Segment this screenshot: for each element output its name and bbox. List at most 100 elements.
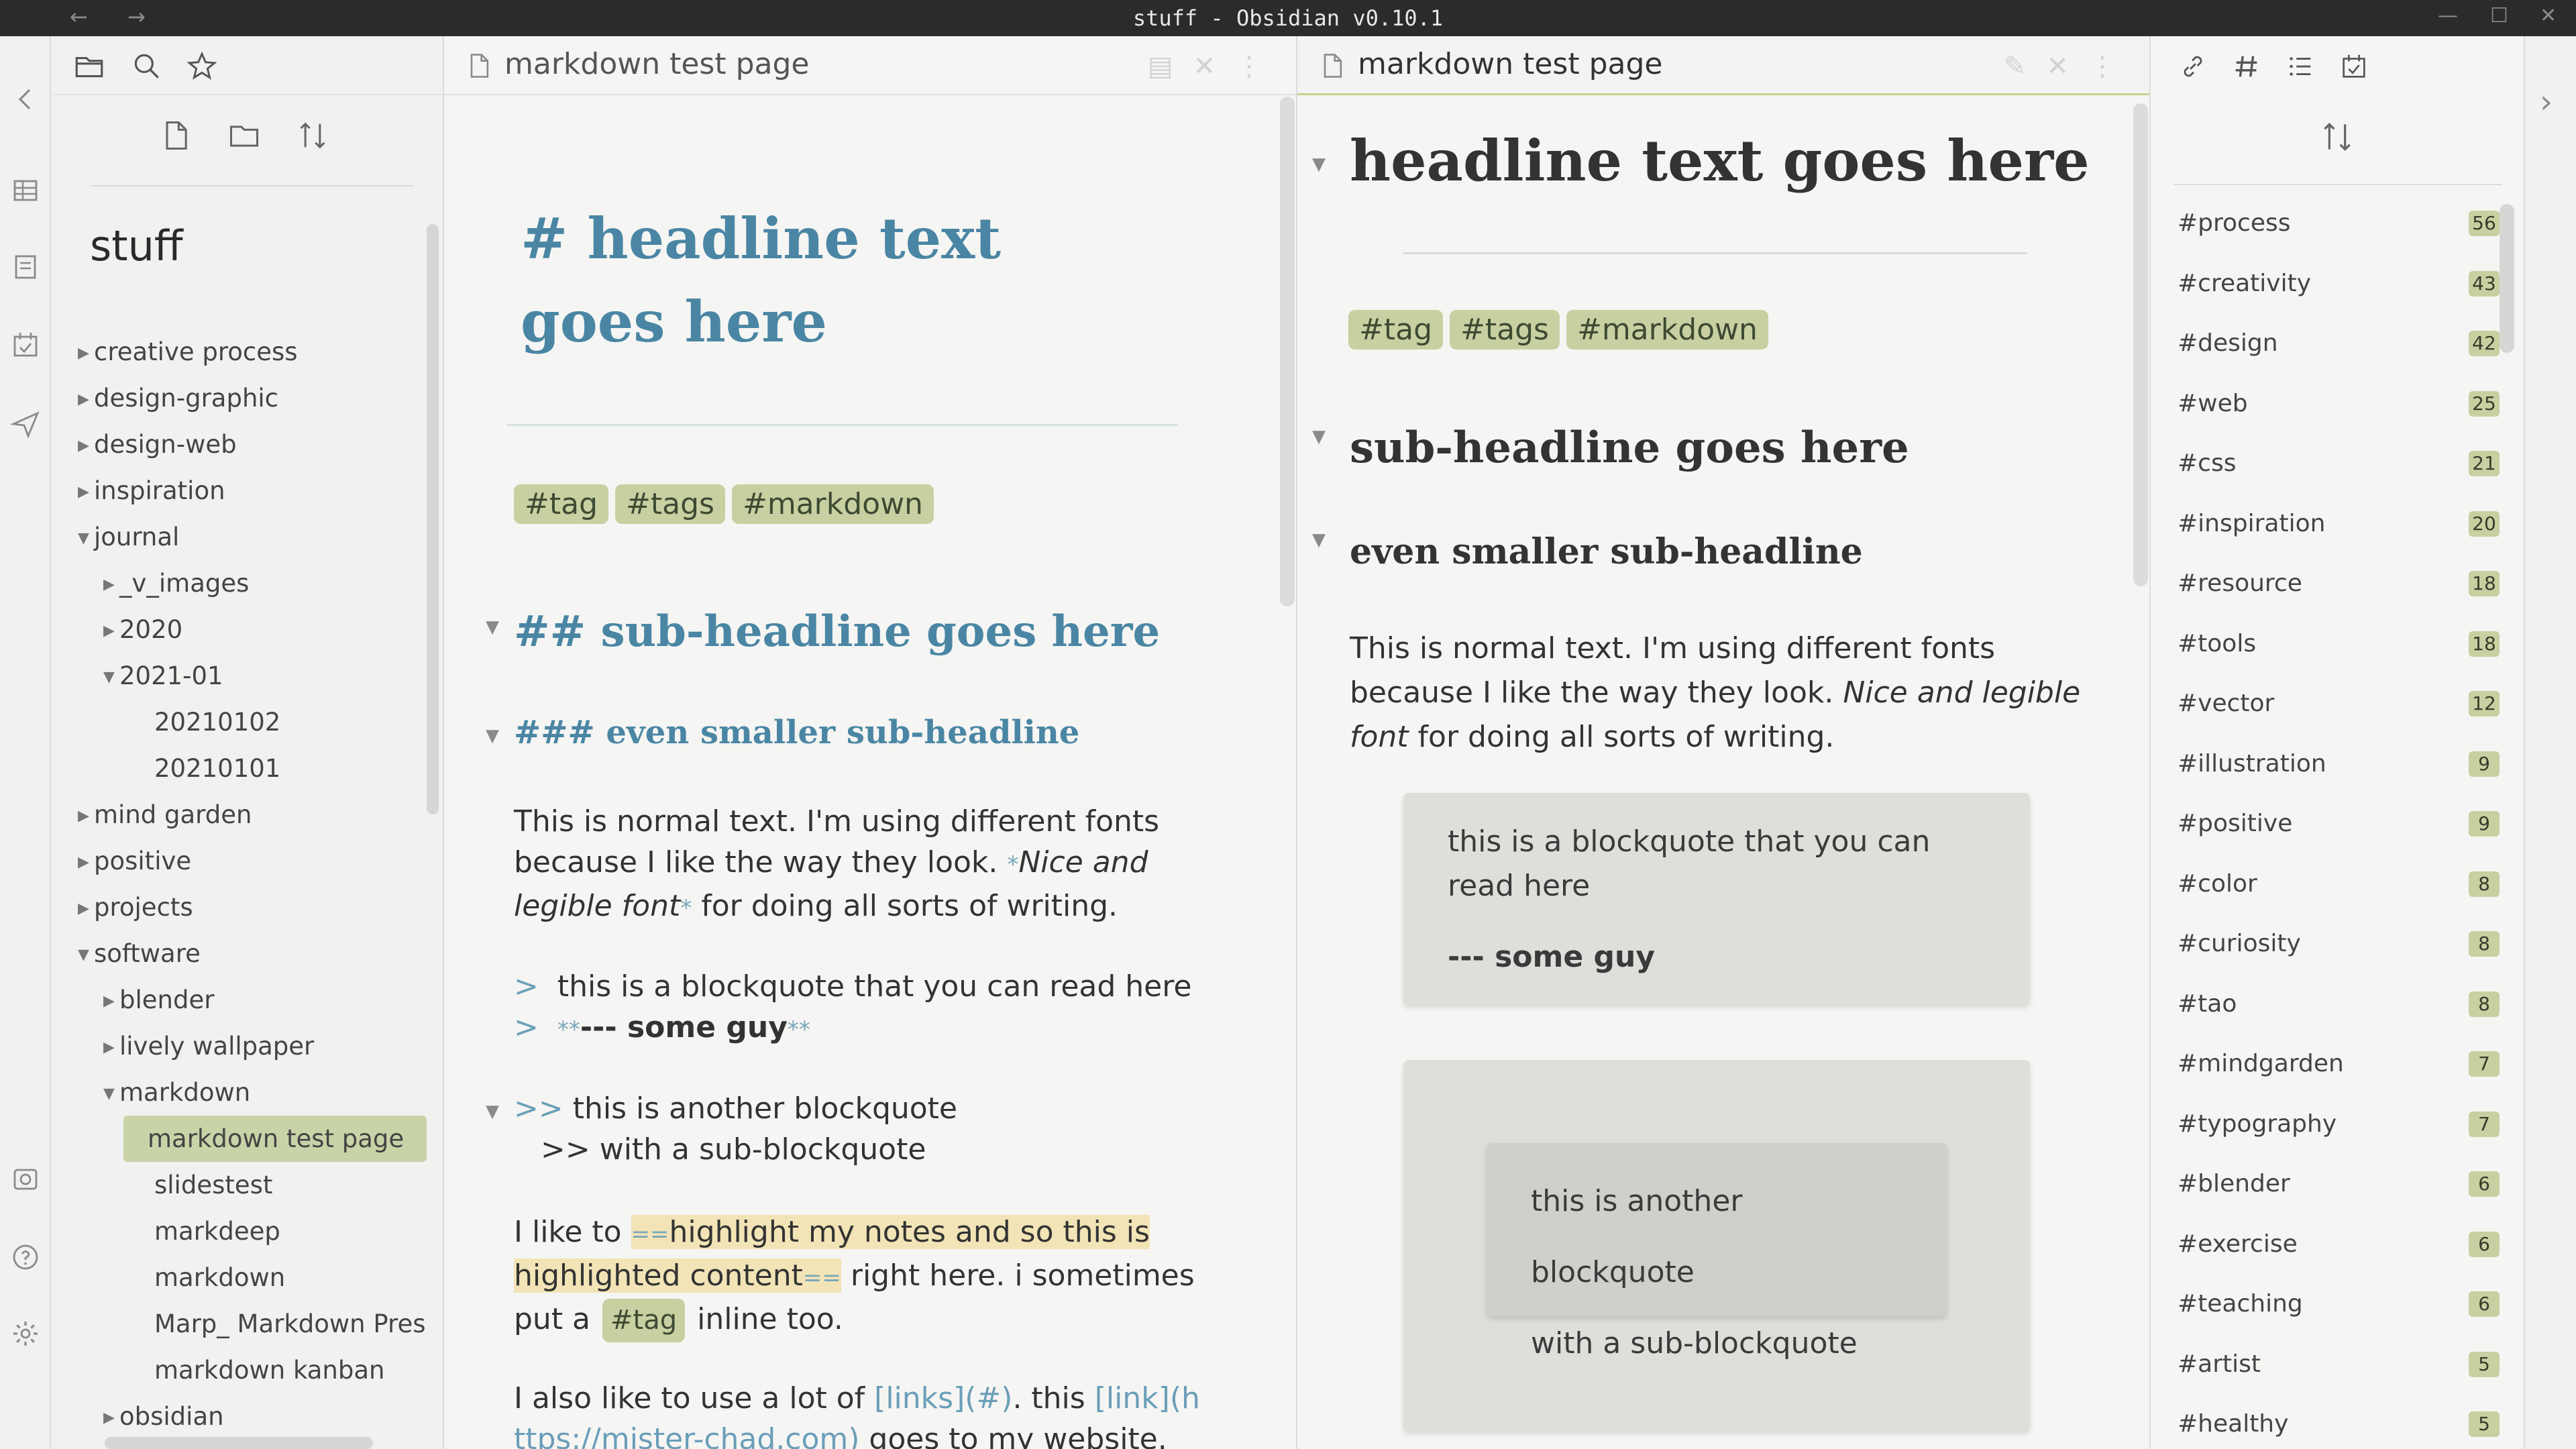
markdown-link[interactable]: [links](#) <box>874 1381 1012 1415</box>
tag-pane-item[interactable]: #artist 5 <box>2178 1334 2500 1395</box>
collapsed-arrow-icon[interactable]: ▶ <box>78 376 94 421</box>
tree-folder[interactable]: ▶ obsidian <box>78 1393 427 1440</box>
tree-file[interactable]: 20210102 <box>78 699 427 745</box>
collapsed-arrow-icon[interactable]: ▶ <box>78 839 94 884</box>
tag-pane-item[interactable]: #typography 7 <box>2178 1094 2500 1155</box>
source-highlight-paragraph[interactable]: I like to ==highlight my notes and so th… <box>514 1212 1205 1342</box>
expanded-arrow-icon[interactable]: ▼ <box>103 654 119 699</box>
collapsed-arrow-icon[interactable]: ▶ <box>78 793 94 838</box>
collapsed-arrow-icon[interactable]: ▶ <box>78 330 94 375</box>
tag-pane-scrollbar[interactable] <box>2500 204 2514 353</box>
pane-actions-icon[interactable]: ✎✕⋮ <box>2004 51 2136 82</box>
maximize-icon[interactable]: ☐ <box>2490 4 2508 28</box>
send-icon[interactable] <box>9 408 42 440</box>
fold-arrow-icon[interactable]: ▼ <box>486 617 499 637</box>
tree-file[interactable]: markdeep <box>78 1208 427 1254</box>
tree-folder[interactable]: ▶ projects <box>78 884 427 930</box>
close-window-icon[interactable]: ✕ <box>2540 4 2557 28</box>
new-folder-icon[interactable] <box>227 118 262 153</box>
collapsed-arrow-icon[interactable]: ▶ <box>103 608 119 653</box>
tag-pane-item[interactable]: #mindgarden 7 <box>2178 1034 2500 1094</box>
tree-folder[interactable]: ▼ software <box>78 930 427 977</box>
collapse-left-icon[interactable] <box>9 83 42 115</box>
tag-pane-item[interactable]: #vector 12 <box>2178 674 2500 734</box>
tree-file[interactable]: markdown <box>78 1254 427 1301</box>
collapse-right-icon[interactable]: › <box>2540 83 2553 121</box>
source-h3[interactable]: ### even smaller sub-headline <box>514 714 1079 751</box>
vault-switch-icon[interactable] <box>9 1163 42 1195</box>
tag-pill[interactable]: #tag <box>1348 310 1444 350</box>
source-nested-blockquote[interactable]: >> this is another blockquote >> with a … <box>514 1088 1205 1170</box>
tag-pane-item[interactable]: #web 25 <box>2178 374 2500 434</box>
preview-scrollbar[interactable] <box>2133 103 2148 586</box>
slides-icon[interactable] <box>9 251 42 283</box>
tag-pane-item[interactable]: #healthy 5 <box>2178 1394 2500 1449</box>
fold-arrow-icon[interactable]: ▼ <box>486 1102 499 1122</box>
tree-folder[interactable]: ▶ design-web <box>78 421 427 468</box>
expanded-arrow-icon[interactable]: ▼ <box>78 932 94 977</box>
tree-folder[interactable]: ▼ markdown <box>78 1069 427 1116</box>
tag-pill[interactable]: #tags <box>615 484 725 524</box>
collapsed-arrow-icon[interactable]: ▶ <box>78 885 94 930</box>
minimize-icon[interactable]: — <box>2438 4 2458 28</box>
tree-file[interactable]: slidestest <box>78 1162 427 1208</box>
search-icon[interactable] <box>130 50 164 83</box>
tree-folder[interactable]: ▶ inspiration <box>78 468 427 514</box>
tag-pane-item[interactable]: #curiosity 8 <box>2178 914 2500 974</box>
tree-file[interactable]: markdown test page <box>123 1116 427 1162</box>
file-explorer-scrollbar[interactable] <box>427 224 439 814</box>
tag-pill[interactable]: #markdown <box>1566 310 1768 350</box>
collapsed-arrow-icon[interactable]: ▶ <box>78 469 94 514</box>
tag-pane-item[interactable]: #resource 18 <box>2178 553 2500 614</box>
tag-pane-item[interactable]: #color 8 <box>2178 854 2500 914</box>
fold-arrow-icon[interactable]: ▼ <box>1312 427 1326 447</box>
inline-tag[interactable]: #tag <box>602 1299 686 1342</box>
tree-folder[interactable]: ▼ 2021-01 <box>78 653 427 699</box>
tree-file[interactable]: markdown kanban <box>78 1347 427 1393</box>
fold-arrow-icon[interactable]: ▼ <box>1312 154 1326 174</box>
tree-folder[interactable]: ▶ _v_images <box>78 560 427 606</box>
pane-title[interactable]: markdown test page <box>1358 47 1662 81</box>
outline-list-icon[interactable] <box>2285 51 2316 82</box>
collapsed-arrow-icon[interactable]: ▶ <box>103 561 119 606</box>
collapsed-arrow-icon[interactable]: ▶ <box>78 423 94 468</box>
folder-open-icon[interactable] <box>72 50 106 83</box>
tree-file[interactable]: 20210101 <box>78 745 427 792</box>
tag-pill[interactable]: #tags <box>1450 310 1560 350</box>
source-h1[interactable]: # headline text goes here <box>521 197 1111 364</box>
tag-sort-icon[interactable] <box>2318 118 2356 156</box>
collapsed-arrow-icon[interactable]: ▶ <box>103 1395 119 1440</box>
tag-pane-item[interactable]: #teaching 6 <box>2178 1274 2500 1334</box>
tag-pane-item[interactable]: #design 42 <box>2178 313 2500 374</box>
pane-actions-icon[interactable]: ▤✕⋮ <box>1148 51 1283 82</box>
tag-pane-item[interactable]: #exercise 6 <box>2178 1214 2500 1275</box>
tag-pane-item[interactable]: #process 56 <box>2178 193 2500 254</box>
tree-folder[interactable]: ▼ journal <box>78 514 427 560</box>
fold-arrow-icon[interactable]: ▼ <box>486 726 499 746</box>
collapsed-arrow-icon[interactable]: ▶ <box>103 978 119 1023</box>
sort-icon[interactable] <box>295 118 330 153</box>
collapsed-arrow-icon[interactable]: ▶ <box>103 1024 119 1069</box>
source-paragraph[interactable]: This is normal text. I'm using different… <box>514 801 1205 929</box>
tag-pill[interactable]: #tag <box>514 484 609 524</box>
tree-folder[interactable]: ▶ 2020 <box>78 606 427 653</box>
tag-pane-item[interactable]: #inspiration 20 <box>2178 494 2500 554</box>
source-h2[interactable]: ## sub-headline goes here <box>514 606 1160 657</box>
editor-scrollbar[interactable] <box>1280 97 1295 606</box>
pane-title[interactable]: markdown test page <box>504 47 809 81</box>
tree-folder[interactable]: ▶ creative process <box>78 329 427 375</box>
link-icon[interactable] <box>2178 51 2208 82</box>
tag-pane-item[interactable]: #creativity 43 <box>2178 254 2500 314</box>
hashtag-icon[interactable] <box>2231 51 2262 82</box>
tag-pill[interactable]: #markdown <box>731 484 934 524</box>
calendar-icon[interactable] <box>9 329 42 361</box>
table-icon[interactable] <box>9 174 42 207</box>
tree-folder[interactable]: ▶ design-graphic <box>78 375 427 421</box>
expanded-arrow-icon[interactable]: ▼ <box>103 1071 119 1116</box>
calendar-check-icon[interactable] <box>2339 51 2369 82</box>
tree-folder[interactable]: ▶ mind garden <box>78 792 427 838</box>
tag-pane-item[interactable]: #tools 18 <box>2178 614 2500 674</box>
tree-folder[interactable]: ▶ lively wallpaper <box>78 1023 427 1069</box>
source-blockquote[interactable]: > this is a blockquote that you can read… <box>514 966 1205 1051</box>
new-note-icon[interactable] <box>158 118 193 153</box>
